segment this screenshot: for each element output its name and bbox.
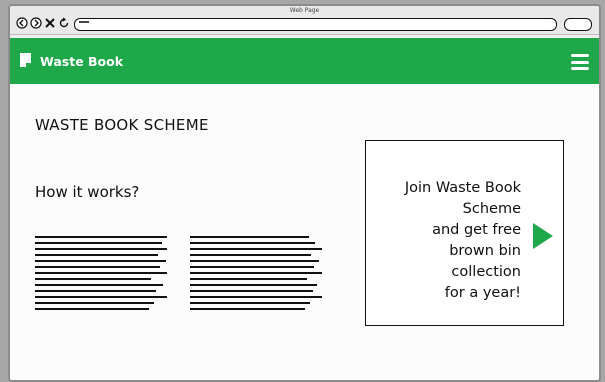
window-title: Web Page (289, 7, 320, 14)
refresh-icon[interactable] (58, 17, 70, 29)
browser-window: Web Page Waste Book WASTE BOOK SCHEME Ho… (8, 4, 601, 382)
play-icon[interactable] (533, 223, 553, 249)
placeholder-text-block (190, 236, 322, 314)
brand-name[interactable]: Waste Book (40, 54, 123, 69)
close-icon[interactable] (44, 17, 56, 29)
browser-toolbar: Web Page (10, 6, 599, 35)
page-title: WASTE BOOK SCHEME (35, 116, 209, 134)
placeholder-text-block (35, 236, 167, 314)
address-bar[interactable] (74, 18, 557, 31)
promo-banner[interactable]: Join Waste Book Scheme and get free brow… (365, 140, 564, 326)
browser-search-field[interactable] (564, 18, 592, 31)
section-heading: How it works? (35, 183, 140, 201)
back-icon[interactable] (16, 17, 28, 29)
hamburger-menu-icon[interactable] (571, 54, 589, 70)
main-content: WASTE BOOK SCHEME How it works? Join Was… (10, 84, 599, 380)
book-icon (20, 53, 31, 67)
forward-icon[interactable] (30, 17, 42, 29)
site-header: Waste Book (10, 38, 599, 84)
promo-text: Join Waste Book Scheme and get free brow… (404, 180, 521, 301)
